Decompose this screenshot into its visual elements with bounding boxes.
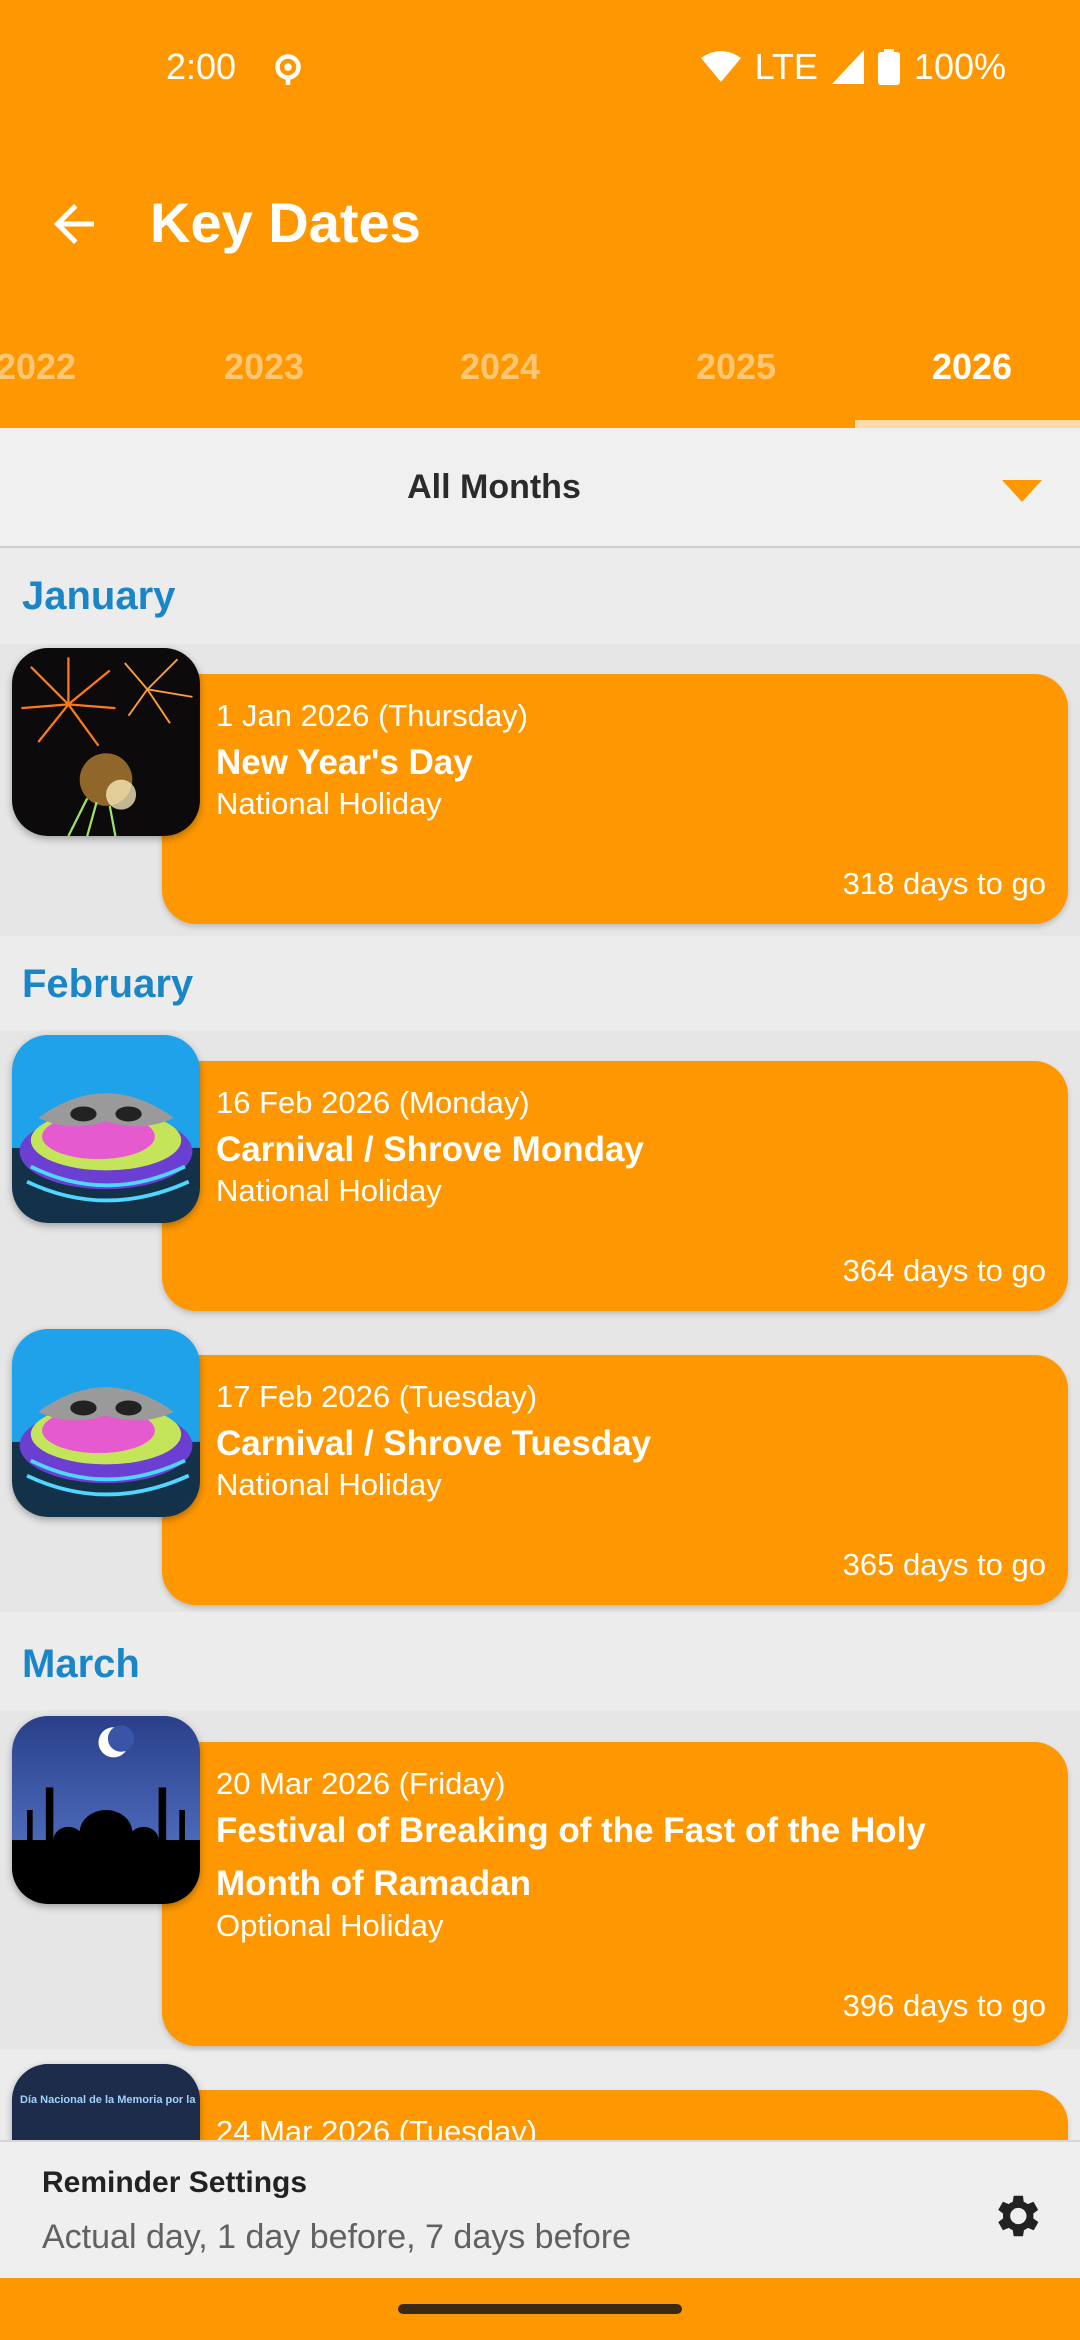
event-type: National Holiday [216,1173,442,1208]
month-filter-label: All Months [407,468,581,506]
carnival-mask-image [12,1329,200,1517]
back-arrow-icon[interactable] [44,194,104,254]
page-title: Key Dates [150,191,421,254]
carnival-mask-image [12,1035,200,1223]
event-countdown: 364 days to go [842,1253,1046,1288]
event-date: 17 Feb 2026 (Tuesday) [216,1379,538,1414]
event-card-carnival-monday[interactable]: 16 Feb 2026 (Monday) Carnival / Shrove M… [162,1061,1068,1311]
status-time: 2:00 [166,46,237,87]
event-name: New Year's Day [216,743,473,782]
event-name: Carnival / Shrove Monday [216,1130,644,1169]
event-name: Carnival / Shrove Tuesday [216,1424,652,1463]
tab-2024[interactable]: 2024 [382,346,618,388]
event-type: National Holiday [216,786,442,821]
tab-indicator [855,420,1080,428]
month-heading-february: February [22,962,194,1006]
dropdown-arrow-icon [1002,480,1042,502]
event-date: 16 Feb 2026 (Monday) [216,1085,530,1120]
mosque-crescent-image [12,1716,200,1904]
event-card-new-years-day[interactable]: 1 Jan 2026 (Thursday) New Year's Day Nat… [162,674,1068,924]
battery-level: 100% [913,46,1006,87]
fireworks-image [12,648,200,836]
event-countdown: 365 days to go [842,1547,1046,1582]
event-name: Festival of Breaking of the Fast of the … [216,1811,926,1903]
reminder-subtitle: Actual day, 1 day before, 7 days before [42,2218,632,2256]
event-type: National Holiday [216,1467,442,1502]
toolbar: Key Dates [0,180,1080,280]
reminder-title: Reminder Settings [42,2166,308,2199]
app-bar: 2:00 LTE 100% Key Dates 2022 2023 2024 2… [0,0,1080,428]
month-filter-dropdown[interactable]: All Months [0,430,1080,548]
status-bar: 2:00 LTE 100% [0,0,1080,140]
event-countdown: 318 days to go [842,866,1046,901]
reminder-settings[interactable]: Reminder Settings Actual day, 1 day befo… [0,2140,1080,2278]
network-label: LTE [754,46,818,87]
event-card-carnival-tuesday[interactable]: 17 Feb 2026 (Tuesday) Carnival / Shrove … [162,1355,1068,1605]
location-icon [275,54,301,85]
wifi-icon [700,51,741,82]
event-card-ramadan[interactable]: 20 Mar 2026 (Friday) Festival of Breakin… [162,1742,1068,2046]
signal-icon [831,50,864,84]
event-type: Optional Holiday [216,1908,444,1943]
home-gesture-handle[interactable] [398,2304,682,2314]
tab-2022[interactable]: 2022 [0,346,154,388]
event-date: 1 Jan 2026 (Thursday) [216,698,528,733]
month-heading-march: March [22,1642,140,1686]
gear-icon[interactable] [988,2188,1044,2244]
event-countdown: 396 days to go [842,1988,1046,2023]
status-right: LTE 100% [700,46,1006,88]
battery-icon [877,49,900,85]
tab-2026[interactable]: 2026 [854,346,1080,388]
month-heading-january: January [22,574,176,618]
event-date: 20 Mar 2026 (Friday) [216,1766,506,1801]
year-tabs: 2022 2023 2024 2025 2026 [0,330,1080,428]
navigation-bar [0,2278,1080,2340]
tab-2025[interactable]: 2025 [618,346,854,388]
banner-text: Día Nacional de la Memoria por la [20,2094,196,2106]
tab-2023[interactable]: 2023 [146,346,382,388]
